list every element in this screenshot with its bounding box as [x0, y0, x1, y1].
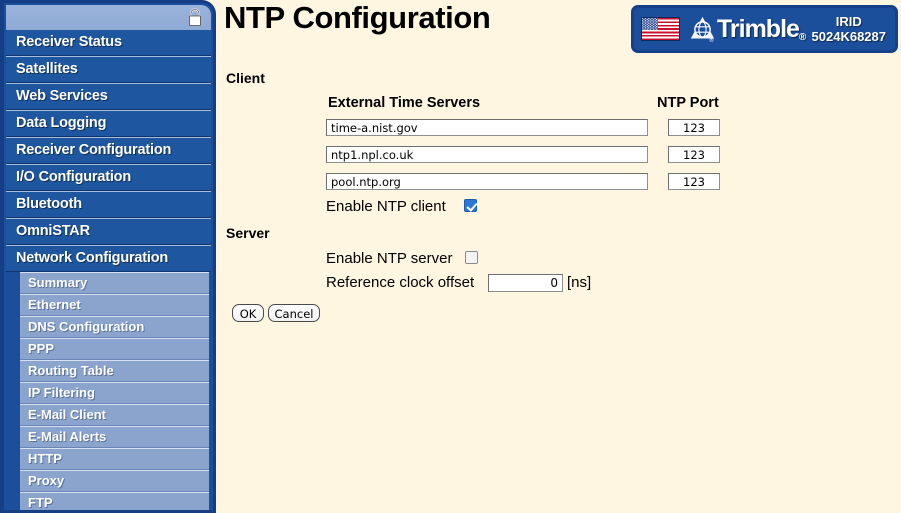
sidebar-subitem-routing-table[interactable]: Routing Table [20, 360, 209, 382]
sidebar-item-label: Satellites [16, 61, 78, 77]
sidebar-item-bluetooth[interactable]: Bluetooth [6, 191, 211, 218]
client-section-label: Client [226, 70, 265, 86]
sidebar-subitem-ppp[interactable]: PPP [20, 338, 209, 360]
sidebar-item-network-configuration[interactable]: Network Configuration [6, 245, 211, 272]
sidebar-inner: Receiver Status Satellites Web Services … [4, 3, 213, 510]
sidebar-header [6, 5, 211, 30]
svg-text:®: ® [709, 37, 714, 43]
reference-clock-offset-input[interactable] [488, 274, 563, 292]
sidebar-subitem-proxy[interactable]: Proxy [20, 470, 209, 492]
sidebar-item-label: Data Logging [16, 115, 107, 131]
sidebar-item-receiver-configuration[interactable]: Receiver Configuration [6, 137, 211, 164]
ok-button[interactable]: OK [232, 304, 264, 322]
sidebar-item-label: Receiver Configuration [16, 142, 172, 158]
sidebar-subitem-label: IP Filtering [28, 385, 95, 400]
sidebar-item-receiver-status[interactable]: Receiver Status [6, 30, 211, 56]
ntp-port-input-1[interactable] [668, 119, 720, 136]
time-server-input-1[interactable] [326, 119, 648, 136]
registered-trademark-icon: ® [798, 31, 806, 43]
sidebar-submenu-network: Summary Ethernet DNS Configuration PPP R… [4, 272, 213, 510]
sidebar-subitem-label: FTP [28, 495, 53, 510]
sidebar-subitem-label: PPP [28, 341, 55, 356]
sidebar-subitem-label: Summary [28, 275, 88, 290]
ntp-port-input-2[interactable] [668, 146, 720, 163]
sidebar-subitem-summary[interactable]: Summary [20, 272, 209, 294]
sidebar-subitem-email-client[interactable]: E-Mail Client [20, 404, 209, 426]
sidebar-subitem-label: DNS Configuration [28, 319, 145, 334]
irid-value: 5024K68287 [811, 29, 886, 44]
trimble-brand-banner: ® Trimble® IRID 5024K68287 [631, 5, 898, 53]
sidebar-subitem-http[interactable]: HTTP [20, 448, 209, 470]
cancel-button[interactable]: Cancel [268, 304, 320, 322]
sidebar-main-menu: Receiver Status Satellites Web Services … [4, 30, 213, 272]
sidebar-subitem-label: E-Mail Alerts [28, 429, 107, 444]
time-server-input-2[interactable] [326, 146, 648, 163]
enable-ntp-client-label: Enable NTP client [326, 198, 446, 215]
irid-label: IRID [835, 14, 862, 29]
sidebar-item-satellites[interactable]: Satellites [6, 56, 211, 83]
sidebar-subitem-ethernet[interactable]: Ethernet [20, 294, 209, 316]
sidebar-item-label: I/O Configuration [16, 169, 132, 185]
sidebar-item-label: Network Configuration [16, 250, 169, 266]
sidebar-navigation: Receiver Status Satellites Web Services … [0, 0, 216, 513]
us-flag-icon [641, 17, 680, 41]
sidebar-subitem-label: HTTP [28, 451, 62, 466]
sidebar-subitem-label: Proxy [28, 473, 65, 488]
sidebar-subitem-dns-configuration[interactable]: DNS Configuration [20, 316, 209, 338]
sidebar-subitem-ftp[interactable]: FTP [20, 492, 209, 510]
sidebar-item-label: Receiver Status [16, 34, 122, 50]
sidebar-subitem-email-alerts[interactable]: E-Mail Alerts [20, 426, 209, 448]
sidebar-item-label: OmniSTAR [16, 223, 90, 239]
reference-clock-offset-label: Reference clock offset [326, 274, 475, 291]
sidebar-item-label: Bluetooth [16, 196, 82, 212]
padlock-icon [189, 8, 201, 26]
sidebar-subitem-label: E-Mail Client [28, 407, 107, 422]
server-section-label: Server [226, 225, 270, 241]
enable-ntp-server-checkbox[interactable] [465, 251, 478, 264]
sidebar-item-io-configuration[interactable]: I/O Configuration [6, 164, 211, 191]
reference-clock-offset-unit: [ns] [567, 274, 592, 291]
sidebar-item-data-logging[interactable]: Data Logging [6, 110, 211, 137]
page-title: NTP Configuration [224, 0, 491, 35]
sidebar-item-label: Web Services [16, 88, 108, 104]
brand-name: Trimble® [717, 14, 806, 43]
sidebar-item-omnistar[interactable]: OmniSTAR [6, 218, 211, 245]
sidebar-item-web-services[interactable]: Web Services [6, 83, 211, 110]
time-server-input-3[interactable] [326, 173, 648, 190]
main-content: NTP Configuration ® Trimble® IRID 5024K6… [216, 0, 901, 513]
enable-ntp-client-checkbox[interactable] [464, 199, 477, 212]
ntp-port-header: NTP Port [657, 95, 719, 111]
sidebar-subitem-ip-filtering[interactable]: IP Filtering [20, 382, 209, 404]
ntp-port-input-3[interactable] [668, 173, 720, 190]
sidebar-subitem-label: Routing Table [28, 363, 114, 378]
enable-ntp-server-label: Enable NTP server [326, 250, 453, 267]
sidebar-subitem-label: Ethernet [28, 297, 81, 312]
irid-block: IRID 5024K68287 [812, 14, 888, 44]
external-time-servers-header: External Time Servers [328, 95, 481, 111]
trimble-globe-icon: ® [690, 16, 715, 43]
